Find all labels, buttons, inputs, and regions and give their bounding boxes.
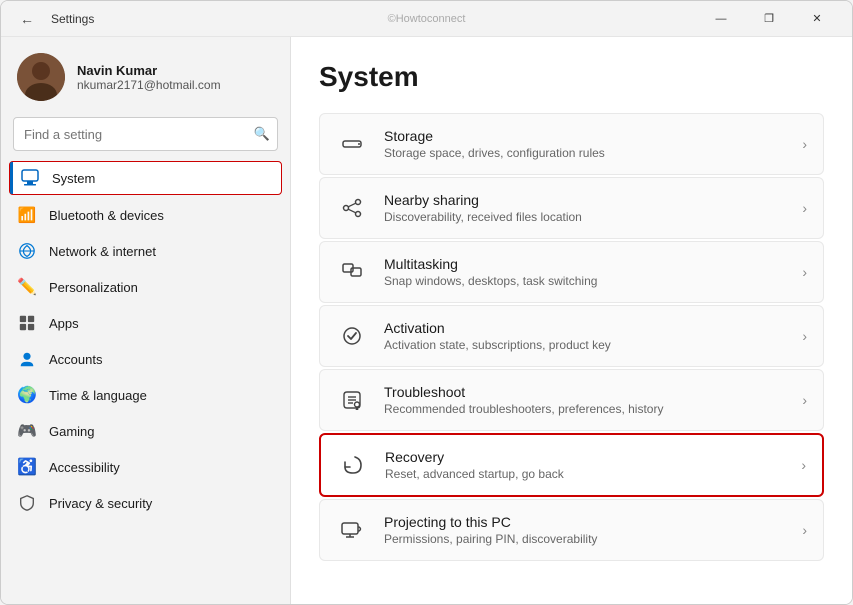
projecting-name: Projecting to this PC [384, 514, 786, 530]
multitasking-icon [336, 256, 368, 288]
sidebar-item-privacy[interactable]: Privacy & security [1, 485, 290, 521]
nearby-sharing-chevron: › [802, 200, 807, 216]
sidebar-item-label-bluetooth: Bluetooth & devices [49, 208, 164, 223]
page-title: System [319, 61, 824, 93]
close-button[interactable]: ✕ [794, 3, 840, 35]
accessibility-icon: ♿ [17, 457, 37, 477]
settings-item-storage[interactable]: Storage Storage space, drives, configura… [319, 113, 824, 175]
maximize-button[interactable]: ❐ [746, 3, 792, 35]
storage-name: Storage [384, 128, 786, 144]
projecting-desc: Permissions, pairing PIN, discoverabilit… [384, 532, 786, 546]
projecting-chevron: › [802, 522, 807, 538]
settings-item-multitasking[interactable]: Multitasking Snap windows, desktops, tas… [319, 241, 824, 303]
watermark: ©Howtoconnect [388, 13, 466, 25]
nav-items: System 📶 Bluetooth & devices [1, 159, 290, 604]
network-icon [17, 241, 37, 261]
nearby-sharing-text: Nearby sharing Discoverability, received… [384, 192, 786, 224]
sidebar-item-label-system: System [52, 171, 95, 186]
activation-desc: Activation state, subscriptions, product… [384, 338, 786, 352]
projecting-icon [336, 514, 368, 546]
troubleshoot-text: Troubleshoot Recommended troubleshooters… [384, 384, 786, 416]
main-content: Navin Kumar nkumar2171@hotmail.com 🔍 [1, 37, 852, 604]
user-info: Navin Kumar nkumar2171@hotmail.com [77, 63, 221, 92]
sidebar-item-label-accessibility: Accessibility [49, 460, 120, 475]
sidebar-item-personalization[interactable]: ✏️ Personalization [1, 269, 290, 305]
search-box: 🔍 [13, 117, 278, 151]
settings-item-nearby-sharing[interactable]: Nearby sharing Discoverability, received… [319, 177, 824, 239]
storage-desc: Storage space, drives, configuration rul… [384, 146, 786, 160]
troubleshoot-desc: Recommended troubleshooters, preferences… [384, 402, 786, 416]
accounts-icon [17, 349, 37, 369]
search-icon: 🔍 [254, 126, 270, 142]
window-title: Settings [51, 12, 94, 26]
troubleshoot-chevron: › [802, 392, 807, 408]
recovery-text: Recovery Reset, advanced startup, go bac… [385, 449, 785, 481]
sidebar-item-label-apps: Apps [49, 316, 79, 331]
activation-icon [336, 320, 368, 352]
sidebar-item-label-privacy: Privacy & security [49, 496, 152, 511]
user-profile: Navin Kumar nkumar2171@hotmail.com [1, 37, 290, 113]
avatar-svg [17, 53, 65, 101]
sidebar-item-label-network: Network & internet [49, 244, 156, 259]
sidebar-item-label-accounts: Accounts [49, 352, 102, 367]
multitasking-desc: Snap windows, desktops, task switching [384, 274, 786, 288]
recovery-desc: Reset, advanced startup, go back [385, 467, 785, 481]
search-input[interactable] [13, 117, 278, 151]
avatar-image [17, 53, 65, 101]
sidebar-item-apps[interactable]: Apps [1, 305, 290, 341]
avatar [17, 53, 65, 101]
minimize-button[interactable]: — [698, 3, 744, 35]
time-icon: 🌍 [17, 385, 37, 405]
window-controls: — ❐ ✕ [698, 3, 840, 35]
settings-item-projecting[interactable]: Projecting to this PC Permissions, pairi… [319, 499, 824, 561]
user-name: Navin Kumar [77, 63, 221, 78]
recovery-icon [337, 449, 369, 481]
sidebar-item-label-personalization: Personalization [49, 280, 138, 295]
settings-list: Storage Storage space, drives, configura… [319, 113, 824, 561]
storage-chevron: › [802, 136, 807, 152]
settings-item-activation[interactable]: Activation Activation state, subscriptio… [319, 305, 824, 367]
personalization-icon: ✏️ [17, 277, 37, 297]
troubleshoot-icon [336, 384, 368, 416]
nearby-sharing-icon [336, 192, 368, 224]
settings-item-troubleshoot[interactable]: Troubleshoot Recommended troubleshooters… [319, 369, 824, 431]
nearby-sharing-desc: Discoverability, received files location [384, 210, 786, 224]
sidebar-item-accessibility[interactable]: ♿ Accessibility [1, 449, 290, 485]
storage-text: Storage Storage space, drives, configura… [384, 128, 786, 160]
privacy-icon [17, 493, 37, 513]
sidebar-item-accounts[interactable]: Accounts [1, 341, 290, 377]
sidebar-item-bluetooth[interactable]: 📶 Bluetooth & devices [1, 197, 290, 233]
troubleshoot-name: Troubleshoot [384, 384, 786, 400]
user-email: nkumar2171@hotmail.com [77, 78, 221, 92]
title-bar: ← Settings ©Howtoconnect — ❐ ✕ [1, 1, 852, 37]
multitasking-text: Multitasking Snap windows, desktops, tas… [384, 256, 786, 288]
sidebar-item-label-time: Time & language [49, 388, 147, 403]
sidebar: Navin Kumar nkumar2171@hotmail.com 🔍 [1, 37, 291, 604]
sidebar-item-gaming[interactable]: 🎮 Gaming [1, 413, 290, 449]
title-bar-left: ← Settings [13, 5, 94, 33]
system-icon [20, 168, 40, 188]
recovery-chevron: › [801, 457, 806, 473]
activation-name: Activation [384, 320, 786, 336]
sidebar-item-network[interactable]: Network & internet [1, 233, 290, 269]
recovery-name: Recovery [385, 449, 785, 465]
sidebar-item-system[interactable]: System [9, 161, 282, 195]
back-button[interactable]: ← [13, 5, 41, 33]
sidebar-item-label-gaming: Gaming [49, 424, 95, 439]
settings-item-recovery[interactable]: Recovery Reset, advanced startup, go bac… [319, 433, 824, 497]
storage-icon [336, 128, 368, 160]
multitasking-chevron: › [802, 264, 807, 280]
multitasking-name: Multitasking [384, 256, 786, 272]
sidebar-item-time[interactable]: 🌍 Time & language [1, 377, 290, 413]
main-panel: System Storage Storage space, drives, co… [291, 37, 852, 604]
nearby-sharing-name: Nearby sharing [384, 192, 786, 208]
gaming-icon: 🎮 [17, 421, 37, 441]
bluetooth-icon: 📶 [17, 205, 37, 225]
apps-icon [17, 313, 37, 333]
projecting-text: Projecting to this PC Permissions, pairi… [384, 514, 786, 546]
activation-chevron: › [802, 328, 807, 344]
activation-text: Activation Activation state, subscriptio… [384, 320, 786, 352]
